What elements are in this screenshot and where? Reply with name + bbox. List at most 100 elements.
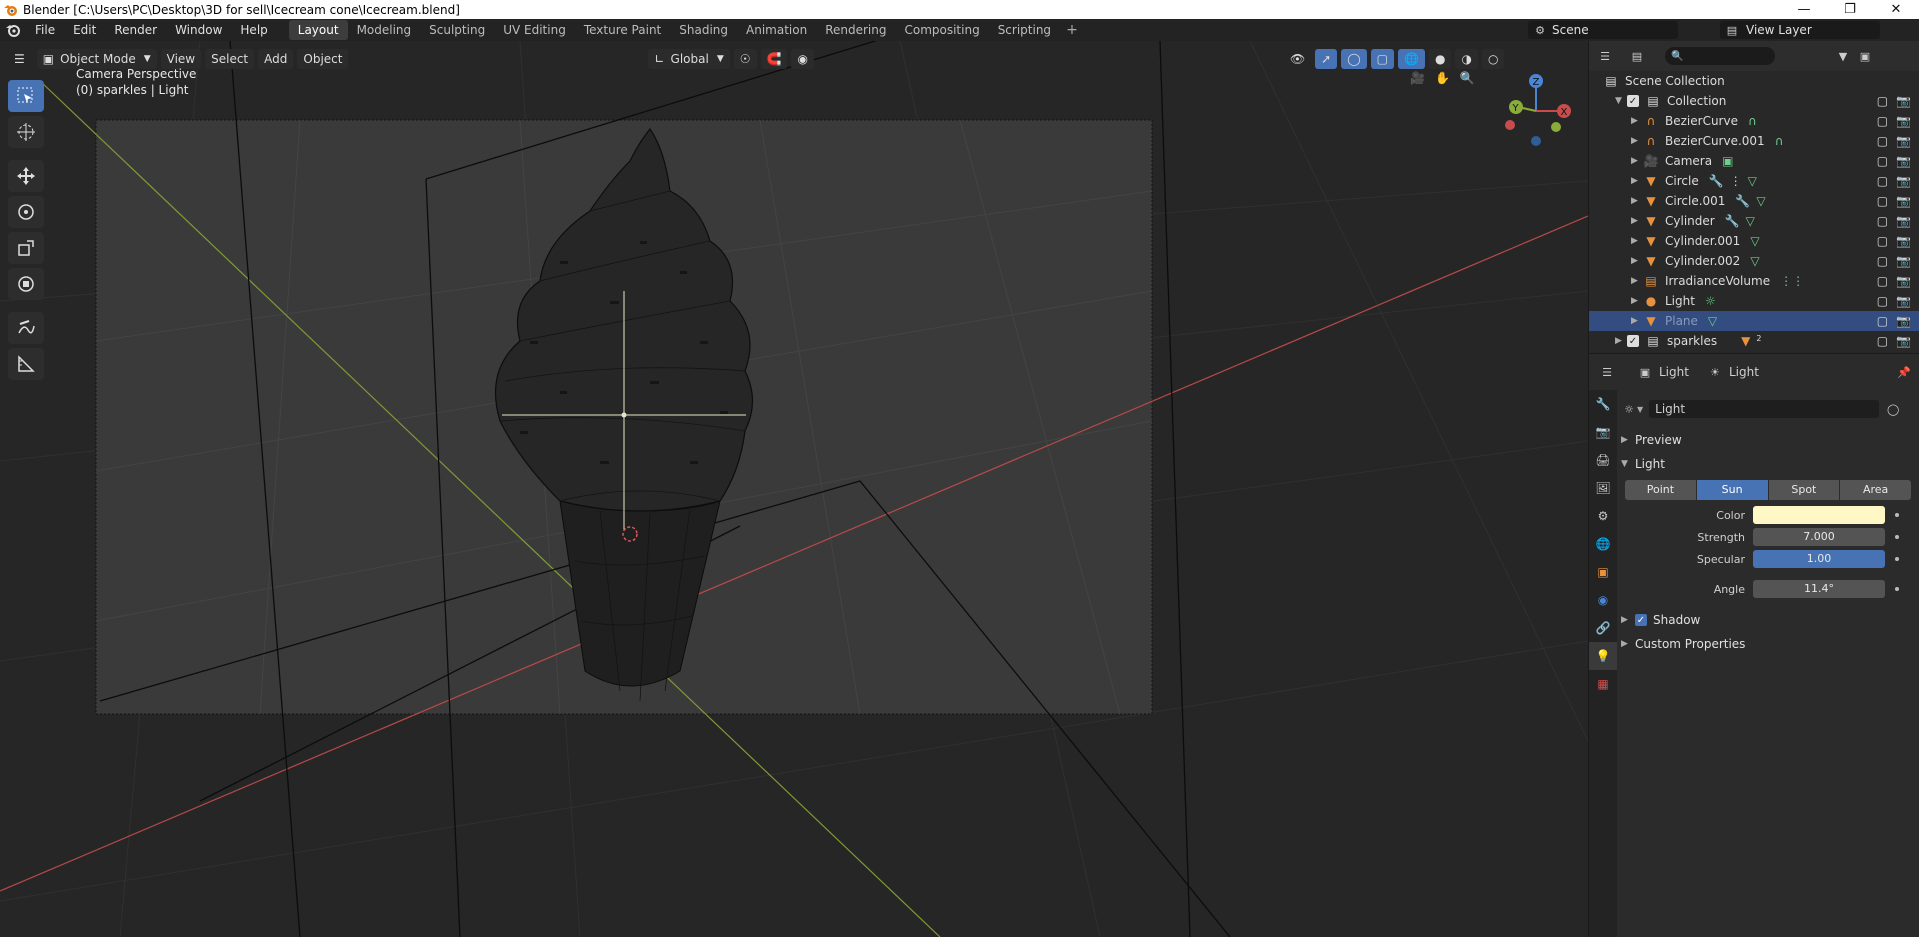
- specular-field[interactable]: 1.00: [1753, 550, 1885, 568]
- expand-arrow-icon[interactable]: ▶: [1631, 196, 1643, 206]
- pivot-icon[interactable]: ☉: [733, 49, 757, 69]
- gizmo-toggle-icon[interactable]: ➚: [1315, 49, 1338, 69]
- menu-object[interactable]: Object: [297, 49, 349, 69]
- outliner-item-plane[interactable]: ▶ ▼ Plane ▽ ▢ 📷: [1589, 311, 1919, 331]
- outliner-item-beziercurve[interactable]: ▶ ∩ BezierCurve ∩ ▢ 📷: [1589, 111, 1919, 131]
- shading-solid-icon[interactable]: ●: [1428, 49, 1452, 69]
- expand-arrow-icon[interactable]: ▶: [1631, 276, 1643, 286]
- shading-material-icon[interactable]: ◑: [1455, 49, 1478, 69]
- pin-icon[interactable]: 📌: [1896, 364, 1912, 380]
- light-type-spot[interactable]: Spot: [1768, 480, 1841, 500]
- view-layer-selector[interactable]: ▤ View Layer: [1720, 21, 1880, 39]
- render-visibility-icon[interactable]: 📷: [1896, 174, 1911, 188]
- cursor-tool[interactable]: [8, 116, 44, 148]
- viewport-visibility-icon[interactable]: ▢: [1877, 194, 1888, 208]
- outliner-item-beziercurve-001[interactable]: ▶ ∩ BezierCurve.001 ∩ ▢ 📷: [1589, 131, 1919, 151]
- editor-type-icon[interactable]: ☰: [1599, 364, 1615, 380]
- expand-arrow-icon[interactable]: ▶: [1631, 256, 1643, 266]
- render-visibility-icon[interactable]: 📷: [1896, 94, 1911, 108]
- mesh-data-icon[interactable]: ▽: [1748, 174, 1757, 188]
- collection-checkbox[interactable]: ✓: [1627, 95, 1639, 107]
- tab-render[interactable]: 📷: [1589, 418, 1617, 446]
- render-visibility-icon[interactable]: 📷: [1896, 334, 1911, 348]
- viewport-visibility-icon[interactable]: ▢: [1877, 234, 1888, 248]
- expand-arrow-icon[interactable]: ▶: [1631, 176, 1643, 186]
- render-visibility-icon[interactable]: 📷: [1896, 194, 1911, 208]
- shadow-checkbox[interactable]: ✓: [1635, 614, 1647, 626]
- mesh-data-icon[interactable]: ▽: [1756, 194, 1765, 208]
- outliner-search-input[interactable]: 🔍: [1665, 47, 1775, 65]
- menu-edit[interactable]: Edit: [64, 19, 105, 41]
- tab-world[interactable]: 🌐: [1589, 530, 1617, 558]
- light-panel-header[interactable]: ▼ Light: [1621, 452, 1917, 476]
- color-swatch[interactable]: [1753, 506, 1885, 524]
- camera-data-icon[interactable]: ▣: [1722, 154, 1733, 168]
- keyframe-dot-icon[interactable]: [1895, 535, 1899, 539]
- render-visibility-icon[interactable]: 📷: [1896, 154, 1911, 168]
- expand-arrow-icon[interactable]: ▼: [1615, 96, 1627, 106]
- expand-arrow-icon[interactable]: ▶: [1631, 116, 1643, 126]
- tab-physics[interactable]: ◉: [1589, 586, 1617, 614]
- custom-properties-header[interactable]: ▶ Custom Properties: [1621, 632, 1917, 656]
- sparkles-checkbox[interactable]: ✓: [1627, 335, 1639, 347]
- scale-tool[interactable]: [8, 232, 44, 264]
- proportional-edit-icon[interactable]: ◉: [791, 49, 814, 69]
- close-button[interactable]: ✕: [1873, 0, 1919, 19]
- tab-compositing[interactable]: Compositing: [895, 20, 988, 40]
- new-collection-icon[interactable]: ▣: [1857, 48, 1873, 64]
- viewport-visibility-icon[interactable]: ▢: [1877, 214, 1888, 228]
- menu-view[interactable]: View: [160, 49, 202, 69]
- tab-view-layer[interactable]: 🖼: [1589, 474, 1617, 502]
- minimize-button[interactable]: —: [1781, 0, 1827, 19]
- scene-selector[interactable]: ⚙ Scene: [1528, 21, 1678, 39]
- shading-rendered-icon[interactable]: ○: [1481, 49, 1505, 69]
- render-visibility-icon[interactable]: 📷: [1896, 114, 1911, 128]
- render-visibility-icon[interactable]: 📷: [1896, 274, 1911, 288]
- rotate-tool[interactable]: [8, 196, 44, 228]
- expand-arrow-icon[interactable]: ▶: [1631, 136, 1643, 146]
- expand-arrow-icon[interactable]: ▶: [1631, 156, 1643, 166]
- tab-uv-editing[interactable]: UV Editing: [494, 20, 575, 40]
- light-data-icon[interactable]: ☼: [1705, 294, 1716, 308]
- measure-tool[interactable]: [8, 348, 44, 380]
- tab-tool[interactable]: 🔧: [1589, 390, 1617, 418]
- shadow-panel-header[interactable]: ▶ ✓ Shadow: [1621, 608, 1917, 632]
- tab-layout[interactable]: Layout: [288, 20, 348, 40]
- viewport-visibility-icon[interactable]: ▢: [1877, 254, 1888, 268]
- tab-output[interactable]: 🖨: [1589, 446, 1617, 474]
- outliner-item-irradiancevolume[interactable]: ▶ ▤ IrradianceVolume ⋮⋮ ▢ 📷: [1589, 271, 1919, 291]
- tab-object[interactable]: ▣: [1589, 558, 1617, 586]
- menu-window[interactable]: Window: [166, 19, 231, 41]
- particles-icon[interactable]: ⋮: [1730, 174, 1742, 188]
- keyframe-dot-icon[interactable]: [1895, 557, 1899, 561]
- outliner-item-circle-001[interactable]: ▶ ▼ Circle.001 🔧 ▽ ▢ 📷: [1589, 191, 1919, 211]
- angle-field[interactable]: 11.4°: [1753, 580, 1885, 598]
- snap-icon[interactable]: 🧲: [760, 49, 788, 69]
- restore-button[interactable]: ❐: [1827, 0, 1873, 19]
- expand-arrow-icon[interactable]: ▶: [1631, 236, 1643, 246]
- preview-panel-header[interactable]: ▶ Preview: [1621, 428, 1917, 452]
- mesh-data-icon[interactable]: ▽: [1708, 314, 1717, 328]
- outliner-item-circle[interactable]: ▶ ▼ Circle 🔧 ⋮ ▽ ▢ 📷: [1589, 171, 1919, 191]
- tab-scene[interactable]: ⚙: [1589, 502, 1617, 530]
- datablock-name-field[interactable]: Light: [1649, 400, 1880, 418]
- mode-dropdown[interactable]: ▣ Object Mode ▼: [36, 49, 157, 69]
- lightprobe-data-icon[interactable]: ⋮⋮: [1780, 274, 1804, 288]
- editor-type-icon[interactable]: ☰: [1597, 48, 1613, 64]
- tab-texture[interactable]: ▦: [1589, 670, 1617, 698]
- collection-row[interactable]: ▼ ✓ ▤ Collection ▢ 📷: [1589, 91, 1919, 111]
- 3d-viewport[interactable]: ☰ ▣ Object Mode ▼ View Select Add Object…: [0, 41, 1588, 937]
- camera-view-icon[interactable]: 🎥: [1410, 71, 1425, 85]
- tab-modeling[interactable]: Modeling: [348, 20, 421, 40]
- tab-scripting[interactable]: Scripting: [989, 20, 1060, 40]
- tab-rendering[interactable]: Rendering: [816, 20, 895, 40]
- tab-animation[interactable]: Animation: [737, 20, 816, 40]
- visibility-icon[interactable]: 👁: [1284, 49, 1311, 69]
- outliner-item-cylinder-002[interactable]: ▶ ▼ Cylinder.002 ▽ ▢ 📷: [1589, 251, 1919, 271]
- fake-user-shield-icon[interactable]: ◯: [1885, 401, 1901, 417]
- viewport-visibility-icon[interactable]: ▢: [1877, 94, 1888, 108]
- render-visibility-icon[interactable]: 📷: [1896, 234, 1911, 248]
- annotate-tool[interactable]: [8, 312, 44, 344]
- keyframe-dot-icon[interactable]: [1895, 513, 1899, 517]
- tab-sculpting[interactable]: Sculpting: [420, 20, 494, 40]
